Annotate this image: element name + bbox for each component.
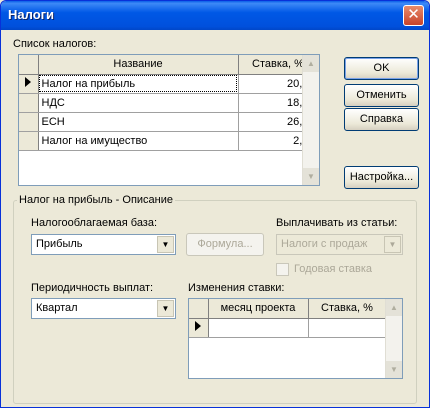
periodicity-combo[interactable]: Квартал ▼ bbox=[31, 298, 176, 319]
title-bar[interactable]: Налоги ✕ bbox=[1, 1, 429, 30]
tax-list-grid[interactable]: Название Ставка, % Налог на прибыль 20,0… bbox=[18, 54, 320, 186]
row-indicator bbox=[189, 318, 209, 338]
rate-changes-table: месяц проекта Ставка, % bbox=[189, 299, 387, 338]
formula-button[interactable]: Формула... bbox=[186, 233, 264, 256]
month-cell[interactable] bbox=[208, 318, 309, 338]
arrow-down-icon[interactable]: ▼ bbox=[386, 361, 402, 378]
tax-base-combo[interactable]: Прибыль ▼ bbox=[31, 234, 176, 255]
arrow-up-icon[interactable]: ▲ bbox=[303, 55, 319, 72]
annual-rate-checkbox[interactable] bbox=[276, 263, 289, 276]
row-indicator bbox=[19, 74, 39, 94]
rate-changes-scrollbar[interactable]: ▲ ▼ bbox=[385, 299, 402, 378]
tax-table: Название Ставка, % Налог на прибыль 20,0… bbox=[19, 55, 319, 151]
help-button[interactable]: Справка bbox=[344, 108, 419, 131]
triangle-right-icon bbox=[195, 321, 202, 331]
chevron-down-icon[interactable]: ▼ bbox=[384, 236, 401, 253]
tax-list-label: Список налогов: bbox=[13, 38, 97, 50]
close-icon: ✕ bbox=[407, 6, 420, 23]
table-row[interactable]: Налог на прибыль 20,00 bbox=[19, 74, 319, 94]
close-button[interactable]: ✕ bbox=[403, 5, 424, 26]
rate-changes-label: Изменения ставки: bbox=[188, 282, 285, 294]
tax-table-header: Название Ставка, % bbox=[19, 55, 319, 75]
cancel-button[interactable]: Отменить bbox=[344, 84, 419, 107]
header-rate[interactable]: Ставка, % bbox=[308, 299, 387, 319]
rate-changes-header: месяц проекта Ставка, % bbox=[189, 299, 387, 319]
rate-changes-grid[interactable]: месяц проекта Ставка, % ▲ ▼ bbox=[188, 298, 403, 379]
dialog-client: Список налогов: Название Ставка, % Налог… bbox=[4, 30, 426, 404]
table-row[interactable]: ЕСН 26,00 bbox=[19, 112, 319, 132]
row-indicator bbox=[19, 131, 39, 151]
header-corner bbox=[189, 299, 209, 319]
description-group-title: Налог на прибыль - Описание bbox=[17, 194, 175, 206]
row-indicator bbox=[19, 93, 39, 113]
periodicity-label: Периодичность выплат: bbox=[31, 282, 154, 294]
row-indicator bbox=[19, 112, 39, 132]
tax-name-cell[interactable]: НДС bbox=[38, 93, 239, 113]
arrow-up-icon[interactable]: ▲ bbox=[386, 299, 402, 316]
annual-rate-label: Годовая ставка bbox=[294, 263, 373, 275]
settings-button[interactable]: Настройка... bbox=[344, 166, 419, 189]
tax-name-cell[interactable]: Налог на прибыль bbox=[38, 74, 239, 94]
chevron-down-icon[interactable]: ▼ bbox=[157, 300, 174, 317]
header-corner bbox=[19, 55, 39, 75]
pay-from-combo[interactable]: Налоги с продаж ▼ bbox=[276, 234, 403, 255]
table-row[interactable] bbox=[189, 318, 387, 338]
pay-from-value: Налоги с продаж bbox=[281, 238, 368, 250]
ok-button[interactable]: OK bbox=[344, 57, 419, 80]
periodicity-value: Квартал bbox=[36, 302, 78, 314]
taxes-dialog: Налоги ✕ Список налогов: Название Ставка… bbox=[0, 0, 430, 408]
triangle-right-icon bbox=[25, 77, 32, 87]
table-row[interactable]: Налог на имущество 2,20 bbox=[19, 131, 319, 151]
tax-name-cell[interactable]: ЕСН bbox=[38, 112, 239, 132]
header-month[interactable]: месяц проекта bbox=[208, 299, 309, 319]
header-name[interactable]: Название bbox=[38, 55, 239, 75]
pay-from-label: Выплачивать из статьи: bbox=[276, 217, 398, 229]
tax-base-label: Налогооблагаемая база: bbox=[31, 217, 158, 229]
tax-base-value: Прибыль bbox=[36, 238, 83, 250]
chevron-down-icon[interactable]: ▼ bbox=[157, 236, 174, 253]
tax-name-cell[interactable]: Налог на имущество bbox=[38, 131, 239, 151]
arrow-down-icon[interactable]: ▼ bbox=[303, 168, 319, 185]
rate-cell[interactable] bbox=[308, 318, 387, 338]
tax-list-scrollbar[interactable]: ▲ ▼ bbox=[302, 55, 319, 185]
table-row[interactable]: НДС 18,00 bbox=[19, 93, 319, 113]
window-title: Налоги bbox=[8, 7, 55, 22]
